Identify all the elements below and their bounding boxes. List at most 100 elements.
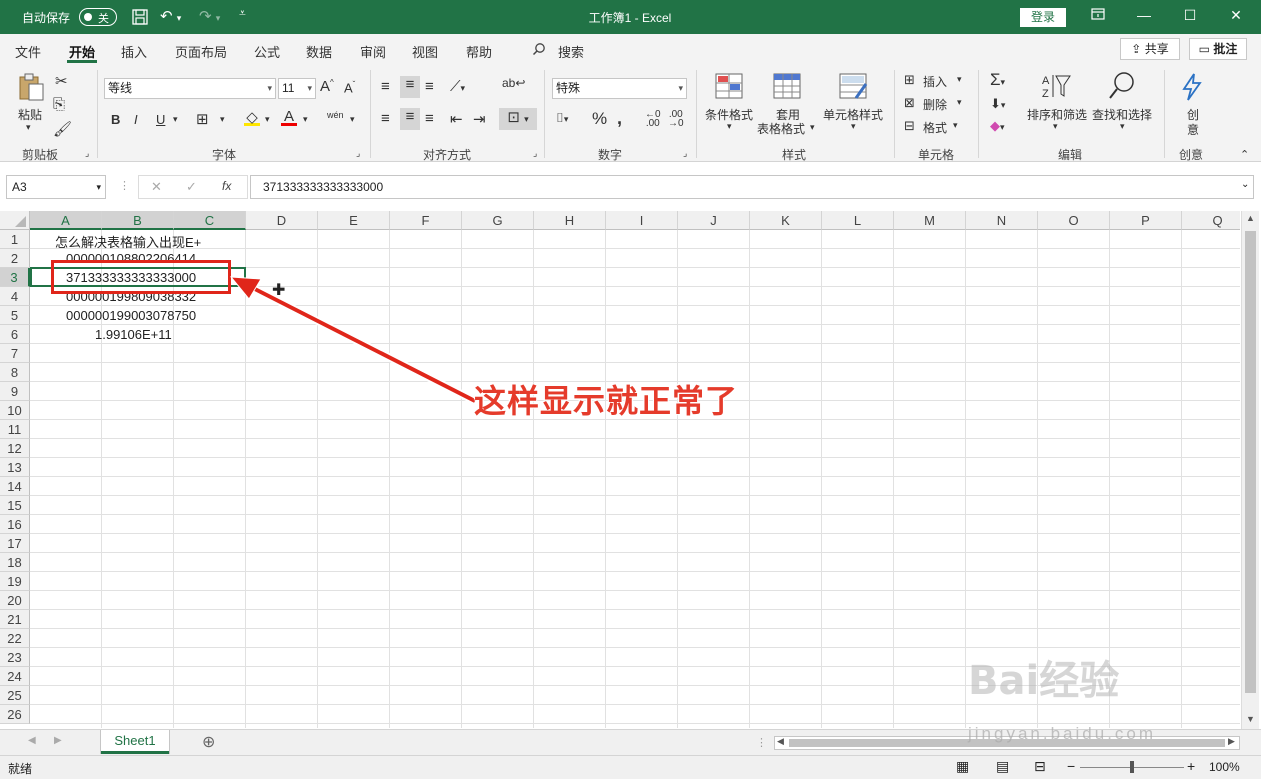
- tab-help[interactable]: 帮助: [466, 42, 492, 61]
- column-header-c[interactable]: C: [174, 211, 246, 230]
- row-header-21[interactable]: 21: [0, 610, 30, 629]
- row-header-8[interactable]: 8: [0, 363, 30, 382]
- cell-styles-dropdown-icon[interactable]: ▾: [851, 121, 856, 132]
- prev-sheet-icon[interactable]: ◀: [28, 735, 36, 746]
- fill-icon[interactable]: ⬇▾: [990, 96, 1005, 112]
- normal-view-icon[interactable]: ▦: [956, 758, 969, 775]
- row-header-16[interactable]: 16: [0, 515, 30, 534]
- share-button[interactable]: ⇪ 共享: [1120, 38, 1180, 60]
- column-header-b[interactable]: B: [102, 211, 174, 230]
- column-header-q[interactable]: Q: [1182, 211, 1240, 230]
- row-header-20[interactable]: 20: [0, 591, 30, 610]
- maximize-icon[interactable]: ☐: [1180, 7, 1200, 24]
- conditional-formatting-dropdown-icon[interactable]: ▾: [727, 121, 732, 132]
- italic-button[interactable]: I: [134, 112, 138, 127]
- row-header-23[interactable]: 23: [0, 648, 30, 667]
- customize-quick-access-icon[interactable]: ⩡: [239, 6, 246, 21]
- font-color-icon[interactable]: A: [281, 108, 297, 126]
- cell-styles-icon[interactable]: [838, 72, 870, 102]
- row-header-1[interactable]: 1: [0, 230, 30, 249]
- format-painter-icon[interactable]: 🖌: [53, 120, 72, 138]
- insert-dropdown-icon[interactable]: ▾: [957, 74, 962, 85]
- phonetic-dropdown-icon[interactable]: ▾: [350, 114, 355, 125]
- tab-file[interactable]: 文件: [15, 42, 41, 61]
- login-button[interactable]: 登录: [1020, 8, 1066, 27]
- redo-icon[interactable]: ↷ ▾: [199, 7, 220, 25]
- column-header-i[interactable]: I: [606, 211, 678, 230]
- align-left-icon[interactable]: ≡: [381, 110, 390, 127]
- column-header-o[interactable]: O: [1038, 211, 1110, 230]
- tab-split-icon[interactable]: ⋮: [756, 736, 767, 749]
- sort-filter-dropdown-icon[interactable]: ▾: [1053, 121, 1058, 132]
- ideas-icon[interactable]: [1178, 72, 1210, 102]
- cell-a1[interactable]: 怎么解决表格输入出现E+: [55, 232, 201, 251]
- tab-data[interactable]: 数据: [306, 42, 332, 61]
- ribbon-display-icon[interactable]: [1088, 7, 1108, 23]
- cell-a5[interactable]: 000000199003078750: [66, 308, 196, 323]
- find-select-dropdown-icon[interactable]: ▾: [1120, 121, 1125, 132]
- next-sheet-icon[interactable]: ▶: [54, 735, 62, 746]
- align-bottom-icon[interactable]: ≡: [425, 78, 434, 95]
- row-header-15[interactable]: 15: [0, 496, 30, 515]
- font-launcher-icon[interactable]: ⌟: [356, 148, 360, 159]
- column-header-m[interactable]: M: [894, 211, 966, 230]
- cancel-entry-icon[interactable]: ✕: [151, 179, 162, 195]
- format-as-table-dropdown-icon[interactable]: ▾: [810, 122, 815, 133]
- decrease-indent-icon[interactable]: ⇤: [450, 110, 463, 128]
- comma-style-icon[interactable]: ,: [617, 108, 622, 129]
- row-header-22[interactable]: 22: [0, 629, 30, 648]
- font-color-dropdown-icon[interactable]: ▾: [303, 114, 308, 125]
- row-header-17[interactable]: 17: [0, 534, 30, 553]
- cell-a6[interactable]: 1.99106E+11: [95, 327, 172, 342]
- tab-page-layout[interactable]: 页面布局: [175, 42, 227, 61]
- row-header-12[interactable]: 12: [0, 439, 30, 458]
- scroll-right-icon[interactable]: ▶: [1228, 736, 1235, 747]
- row-header-19[interactable]: 19: [0, 572, 30, 591]
- copy-icon[interactable]: ⎘: [53, 96, 65, 113]
- zoom-slider-thumb[interactable]: [1130, 761, 1134, 773]
- page-layout-view-icon[interactable]: ▤: [996, 758, 1009, 775]
- column-header-n[interactable]: N: [966, 211, 1038, 230]
- column-header-p[interactable]: P: [1110, 211, 1182, 230]
- row-header-7[interactable]: 7: [0, 344, 30, 363]
- percent-icon[interactable]: %: [592, 109, 607, 129]
- merge-center-icon[interactable]: ⊡ ▾: [499, 108, 537, 130]
- tab-formulas[interactable]: 公式: [254, 42, 280, 61]
- add-sheet-icon[interactable]: ⊕: [202, 732, 215, 752]
- insert-function-button[interactable]: fx: [222, 179, 231, 193]
- row-header-24[interactable]: 24: [0, 667, 30, 686]
- decrease-font-icon[interactable]: Aˇ: [344, 80, 355, 95]
- delete-cells-icon[interactable]: ⊠: [904, 95, 915, 111]
- orientation-icon[interactable]: ⟋▾: [450, 78, 465, 95]
- format-cells-button[interactable]: 格式: [923, 119, 947, 136]
- sort-filter-icon[interactable]: AZ: [1040, 72, 1072, 102]
- align-center-icon[interactable]: ≡: [400, 108, 420, 130]
- tab-view[interactable]: 视图: [412, 42, 438, 61]
- save-icon[interactable]: [131, 8, 149, 30]
- align-middle-icon[interactable]: ≡: [400, 76, 420, 98]
- row-header-4[interactable]: 4: [0, 287, 30, 306]
- row-header-26[interactable]: 26: [0, 705, 30, 724]
- format-as-table-label-2[interactable]: 表格格式: [757, 120, 805, 137]
- page-break-view-icon[interactable]: ⊟: [1034, 758, 1046, 775]
- row-header-5[interactable]: 5: [0, 306, 30, 325]
- vertical-scroll-thumb[interactable]: [1245, 231, 1256, 693]
- row-header-14[interactable]: 14: [0, 477, 30, 496]
- number-format-combo[interactable]: 特殊 ▾: [552, 78, 687, 99]
- confirm-entry-icon[interactable]: ✓: [186, 179, 197, 195]
- bold-button[interactable]: B: [111, 112, 120, 127]
- ideas-label-2[interactable]: 意: [1187, 121, 1199, 138]
- increase-decimal-icon[interactable]: ←0.00: [645, 110, 661, 129]
- vertical-scrollbar[interactable]: ▲ ▼: [1241, 211, 1259, 729]
- sheet-tab-sheet1[interactable]: Sheet1: [101, 730, 169, 754]
- align-right-icon[interactable]: ≡: [425, 110, 434, 127]
- decrease-decimal-icon[interactable]: .00 →0: [668, 110, 684, 129]
- column-header-a[interactable]: A: [30, 211, 102, 230]
- row-header-10[interactable]: 10: [0, 401, 30, 420]
- delete-dropdown-icon[interactable]: ▾: [957, 97, 962, 108]
- search-box[interactable]: 搜索: [558, 42, 584, 61]
- font-size-combo[interactable]: 11 ▾: [278, 78, 316, 99]
- tab-review[interactable]: 审阅: [360, 42, 386, 61]
- fill-color-dropdown-icon[interactable]: ▾: [265, 114, 270, 125]
- minimize-icon[interactable]: —: [1134, 7, 1154, 23]
